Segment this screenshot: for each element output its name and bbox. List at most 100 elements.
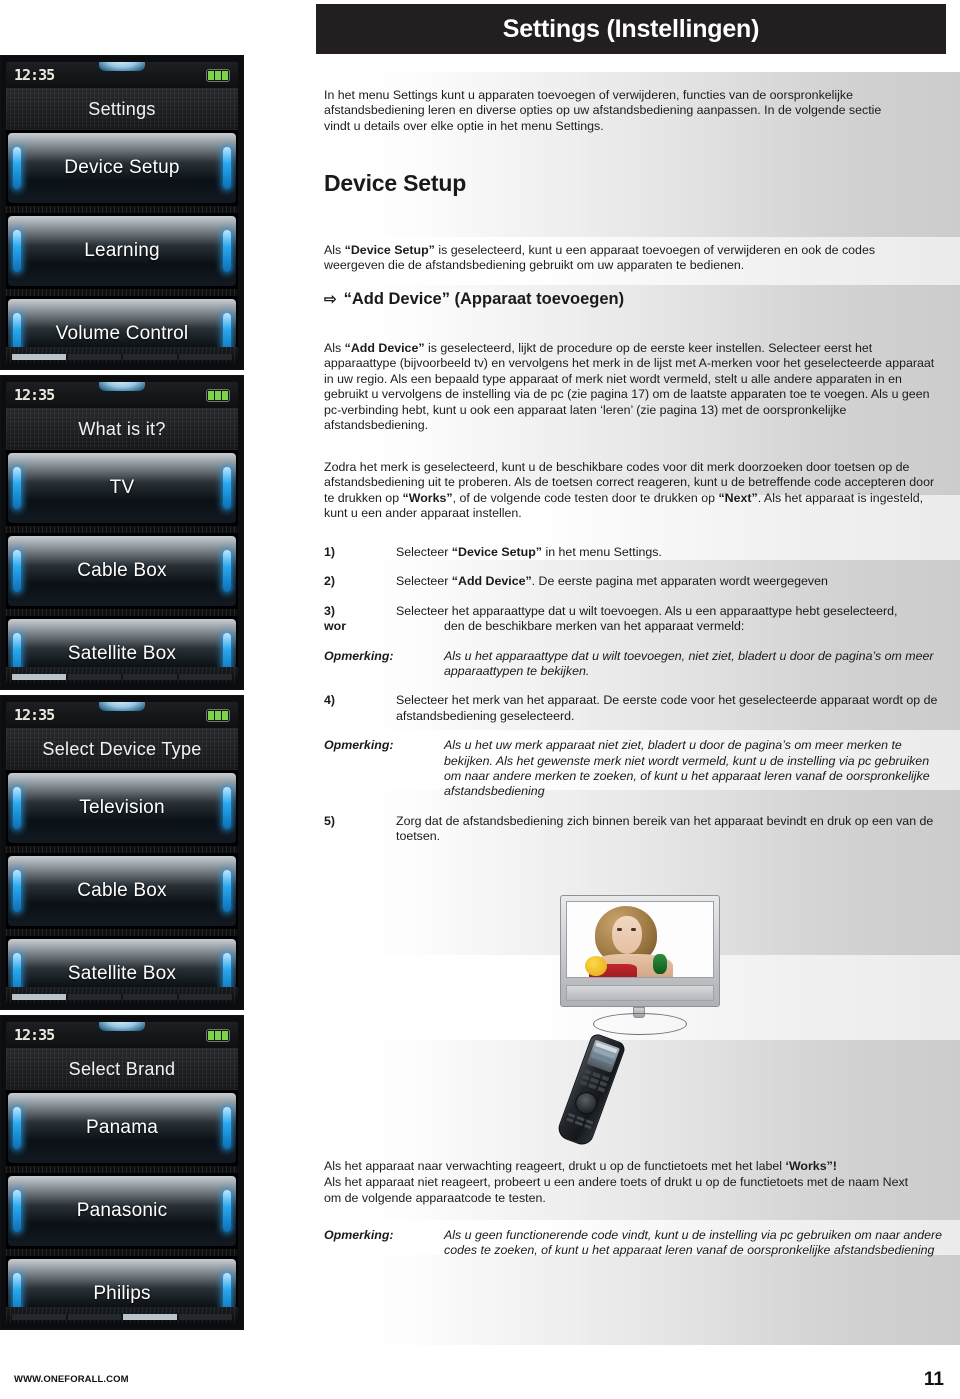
battery-icon bbox=[206, 1028, 230, 1042]
device-menu-item[interactable]: Panama bbox=[8, 1093, 236, 1163]
text-part: Selecteer bbox=[396, 574, 452, 589]
remote-dpad-icon bbox=[572, 1089, 601, 1118]
text-bold: “Add Device” bbox=[344, 341, 425, 355]
clock-label: 12:35 bbox=[14, 1026, 55, 1044]
text-bold: “Works” bbox=[402, 490, 453, 505]
note-item: Opmerking: Als u geen functionerende cod… bbox=[324, 1228, 949, 1259]
device-menu-item-label: Cable Box bbox=[77, 560, 167, 581]
device-setup-paragraph: Als “Device Setup” is geselecteerd, kunt… bbox=[324, 243, 924, 274]
subsection-heading: ⇨ “Add Device” (Apparaat toevoegen) bbox=[324, 290, 624, 309]
device-menu-item[interactable]: Cable Box bbox=[8, 536, 236, 606]
note-text: Als u het uw merk apparaat niet ziet, bl… bbox=[444, 738, 930, 799]
step-number-label: 3) bbox=[324, 603, 336, 618]
step-number: 2) bbox=[324, 574, 336, 589]
device-menu-item[interactable]: Panasonic bbox=[8, 1176, 236, 1246]
device-screen-title: Select Brand bbox=[6, 1048, 238, 1090]
device-screen-title: Settings bbox=[6, 88, 238, 130]
clock-label: 12:35 bbox=[14, 386, 55, 404]
text-bold: ‘Works”! bbox=[785, 1159, 837, 1173]
divider bbox=[6, 289, 238, 296]
page-indicator[interactable] bbox=[12, 994, 232, 1000]
intro-paragraph: In het menu Settings kunt u apparaten to… bbox=[324, 88, 882, 133]
notice-block: Als het apparaat naar verwachting reagee… bbox=[324, 1158, 924, 1206]
step-text: Selecteer het apparaattype dat u wilt to… bbox=[396, 604, 949, 635]
step-item: 5) Zorg dat de afstandsbediening zich bi… bbox=[324, 814, 949, 845]
footer-website-url[interactable]: WWW.ONEFORALL.COM bbox=[14, 1374, 129, 1385]
device-menu-item-label: Panama bbox=[86, 1117, 158, 1138]
device-menu-item-label: Device Setup bbox=[64, 157, 180, 178]
step-item: 3) wor Selecteer het apparaattype dat u w… bbox=[324, 604, 949, 635]
device-screenshot: 12:35 Select Brand Panama Panasonic Phil… bbox=[0, 1015, 244, 1330]
remote-upper-keys bbox=[579, 1068, 610, 1093]
device-status-bar: 12:35 bbox=[6, 1022, 238, 1048]
device-menu-item-label: Satellite Box bbox=[67, 963, 177, 984]
section-heading-wrap: Device Setup bbox=[324, 170, 949, 197]
page-indicator[interactable] bbox=[12, 674, 232, 680]
device-menu-item[interactable]: Cable Box bbox=[8, 856, 236, 926]
text-part: Als het apparaat naar verwachting reagee… bbox=[324, 1159, 786, 1173]
step-number-continuation: wor bbox=[324, 619, 347, 634]
step-text: Zorg dat de afstandsbediening zich binne… bbox=[396, 813, 934, 844]
note-label: Opmerking: bbox=[324, 738, 394, 753]
divider bbox=[6, 929, 238, 936]
step-item: 1) Selecteer “Device Setup” in het menu … bbox=[324, 545, 949, 560]
subsection-heading-label: “Add Device” (Apparaat toevoegen) bbox=[343, 290, 625, 308]
device-status-bar: 12:35 bbox=[6, 62, 238, 88]
text-bold: “Device Setup” bbox=[344, 243, 435, 257]
step-item: 2) Selecteer “Add Device”. De eerste pag… bbox=[324, 574, 949, 589]
device-menu-item-label: TV bbox=[109, 477, 135, 498]
text-part: . De eerste pagina met apparaten wordt w… bbox=[531, 574, 828, 589]
speaker-notch-icon bbox=[99, 1022, 145, 1031]
page-title: Settings (Instellingen) bbox=[502, 14, 760, 43]
woman-green-accent bbox=[653, 954, 667, 974]
device-screenshot: 12:35 Select Device Type Television Cabl… bbox=[0, 695, 244, 1010]
step-text: Selecteer “Add Device”. De eerste pagina… bbox=[396, 574, 949, 589]
final-note-block: Opmerking: Als u geen functionerende cod… bbox=[324, 1228, 949, 1273]
tv-and-remote-illustration bbox=[545, 895, 775, 1155]
device-menu-item[interactable]: TV bbox=[8, 453, 236, 523]
device-menu-item[interactable]: Device Setup bbox=[8, 133, 236, 203]
tv-stand-base bbox=[593, 1013, 687, 1035]
device-menu-item-label: Cable Box bbox=[77, 880, 167, 901]
text-part: Selecteer bbox=[396, 545, 452, 559]
device-menu-item[interactable]: Learning bbox=[8, 216, 236, 286]
step-number: 1) bbox=[324, 545, 336, 559]
device-status-bar: 12:35 bbox=[6, 382, 238, 408]
device-status-bar: 12:35 bbox=[6, 702, 238, 728]
text-part: , of de volgende code testen door te dru… bbox=[452, 490, 719, 505]
step-text: Selecteer het merk van het apparaat. De … bbox=[396, 693, 938, 723]
page-indicator[interactable] bbox=[12, 354, 232, 360]
divider bbox=[6, 1166, 238, 1173]
page-indicator[interactable] bbox=[12, 1314, 232, 1320]
steps-list: 1) Selecteer “Device Setup” in het menu … bbox=[324, 545, 949, 859]
battery-icon bbox=[206, 388, 230, 402]
step-number: 3) wor bbox=[324, 604, 396, 635]
divider bbox=[6, 846, 238, 853]
text-bold: “Device Setup” bbox=[451, 545, 543, 559]
device-screenshot: 12:35 What is it? TV Cable Box Satellite… bbox=[0, 375, 244, 690]
device-menu-list: Television Cable Box Satellite Box bbox=[6, 773, 238, 1003]
device-menu-item[interactable]: Television bbox=[8, 773, 236, 843]
add-device-paragraph: Als “Add Device” is geselecteerd, lijkt … bbox=[324, 341, 944, 433]
text-bold: “Next” bbox=[718, 490, 758, 505]
text-part-continued: den de beschikbare merken van het appara… bbox=[444, 619, 745, 634]
step-number: 5) bbox=[324, 813, 336, 828]
step-text: Selecteer “Device Setup” in het menu Set… bbox=[396, 545, 949, 560]
device-menu-item-label: Volume Control bbox=[55, 323, 189, 344]
device-menu-list: Device Setup Learning Volume Control bbox=[6, 133, 238, 363]
page-footer: WWW.ONEFORALL.COM 11 bbox=[0, 1357, 960, 1390]
tv-speaker-bar bbox=[566, 985, 714, 1001]
battery-icon bbox=[206, 68, 230, 82]
note-item: Opmerking: Als u het uw merk apparaat ni… bbox=[324, 738, 949, 800]
note-item: Opmerking: Als u het apparaattype dat u … bbox=[324, 649, 949, 680]
device-screenshot: 12:35 Settings Device Setup Learning Vol… bbox=[0, 55, 244, 370]
clock-label: 12:35 bbox=[14, 66, 55, 84]
remote-lcd-screen bbox=[586, 1039, 620, 1073]
device-menu-item-label: Philips bbox=[93, 1283, 151, 1304]
device-screen-title: Select Device Type bbox=[6, 728, 238, 770]
speaker-notch-icon bbox=[99, 62, 145, 71]
woman-face bbox=[612, 916, 642, 954]
device-screen-title: What is it? bbox=[6, 408, 238, 450]
page-header: Settings (Instellingen) bbox=[316, 4, 946, 54]
section-heading: Device Setup bbox=[324, 170, 467, 196]
